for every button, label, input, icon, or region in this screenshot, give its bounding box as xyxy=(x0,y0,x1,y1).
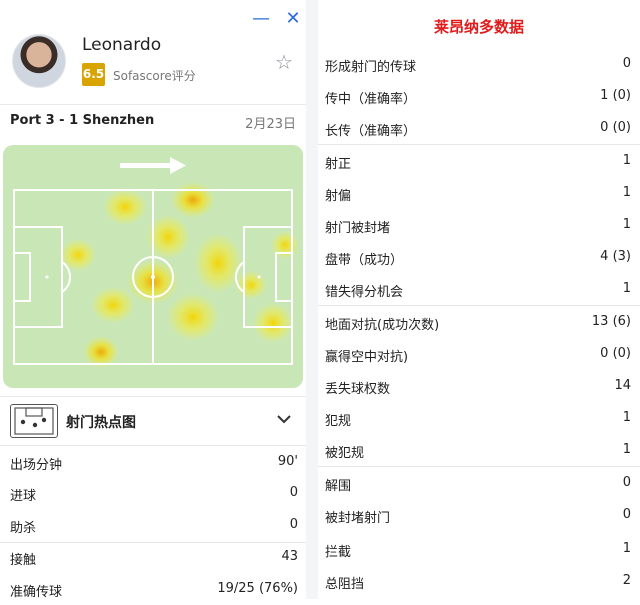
attack-direction-arrowhead xyxy=(170,157,186,174)
stat-value: 1 xyxy=(622,217,631,232)
player-name: Leonardo xyxy=(82,35,162,55)
chevron-down-icon[interactable] xyxy=(276,410,292,429)
stat-row: 盘带（成功） 4 (3) xyxy=(318,241,640,273)
stat-value: 1 xyxy=(622,185,631,200)
stat-value: 1 (0) xyxy=(600,88,631,103)
stat-label: 盘带（成功） xyxy=(325,253,404,268)
stat-row: 总阻挡 2 xyxy=(318,565,640,597)
rating-badge: 6.5 xyxy=(82,63,105,86)
stat-value: 14 xyxy=(614,378,631,393)
stat-value: 1 xyxy=(622,153,631,168)
stat-row: 射偏 1 xyxy=(318,177,640,209)
stat-label: 被犯规 xyxy=(325,446,365,461)
stat-value: 0 xyxy=(622,507,631,522)
stat-value: 4 (3) xyxy=(600,249,631,264)
stat-row: 接触 43 xyxy=(0,541,306,573)
stat-value: 1 xyxy=(622,410,631,425)
match-date: 2月23日 xyxy=(245,117,296,132)
stat-value: 2 xyxy=(622,573,631,588)
shot-map-title: 射门热点图 xyxy=(66,415,136,431)
stat-value: 13 (6) xyxy=(591,314,631,329)
stat-row: 助杀 0 xyxy=(0,509,306,541)
shot-map-icon xyxy=(10,404,58,438)
stat-label: 地面对抗(成功次数) xyxy=(325,318,440,333)
stat-value: 1 xyxy=(622,541,631,556)
stat-label: 错失得分机会 xyxy=(325,285,404,300)
divider xyxy=(0,104,306,105)
stat-row: 拦截 1 xyxy=(318,533,640,565)
stat-label: 犯规 xyxy=(325,414,352,429)
match-score[interactable]: Port 3 - 1 Shenzhen xyxy=(10,113,154,128)
panel-title: 莱昂纳多数据 xyxy=(433,18,524,36)
stat-value: 1 xyxy=(622,442,631,457)
stat-row: 错失得分机会 1 xyxy=(318,273,640,305)
stat-row: 射门被封堵 1 xyxy=(318,209,640,241)
heatmap-pitch xyxy=(3,145,303,388)
stat-row: 进球 0 xyxy=(0,477,306,509)
stat-row: 传中（准确率） 1 (0) xyxy=(318,80,640,112)
stat-label: 准确传球 xyxy=(10,585,63,600)
stat-value: 0 xyxy=(622,475,631,490)
stat-value: 0 (0) xyxy=(600,346,631,361)
stat-value: 0 xyxy=(289,517,298,532)
stat-label: 射正 xyxy=(325,157,352,172)
stat-row: 准确传球 19/25 (76%) xyxy=(0,573,306,605)
stat-row: 犯规 1 xyxy=(318,402,640,434)
stat-label: 解围 xyxy=(325,479,352,494)
stat-value: 0 (0) xyxy=(600,120,631,135)
stat-label: 被封堵射门 xyxy=(325,511,391,526)
stat-value: 43 xyxy=(281,549,298,564)
stat-label: 形成射门的传球 xyxy=(325,60,417,75)
stat-value: 90' xyxy=(277,454,298,469)
stat-row: 地面对抗(成功次数) 13 (6) xyxy=(318,306,640,338)
stat-label: 赢得空中对抗) xyxy=(325,350,409,365)
heat-blobs xyxy=(60,182,299,368)
stat-row: 被封堵射门 0 xyxy=(318,499,640,531)
stat-row: 被犯规 1 xyxy=(318,434,640,466)
stat-label: 传中（准确率） xyxy=(325,92,417,107)
stat-label: 接触 xyxy=(10,553,37,568)
stat-label: 长传（准确率） xyxy=(325,124,417,139)
stat-label: 进球 xyxy=(10,489,37,504)
stat-label: 助杀 xyxy=(10,521,37,536)
stat-value: 0 xyxy=(289,485,298,500)
close-icon[interactable]: ✕ xyxy=(284,10,302,28)
stat-label: 出场分钟 xyxy=(10,458,63,473)
heatmap-svg xyxy=(13,157,299,368)
favorite-star-icon[interactable]: ☆ xyxy=(275,50,293,74)
stat-row: 赢得空中对抗) 0 (0) xyxy=(318,338,640,370)
stat-label: 射门被封堵 xyxy=(325,221,391,236)
minimize-icon[interactable]: — xyxy=(252,10,270,28)
player-panel: — ✕ Leonardo 6.5 Sofascore评分 ☆ Port 3 - … xyxy=(0,0,306,600)
stat-row: 解围 0 xyxy=(318,467,640,499)
stat-row: 长传（准确率） 0 (0) xyxy=(318,112,640,144)
stat-label: 射偏 xyxy=(325,189,352,204)
stat-label: 丢失球权数 xyxy=(325,382,391,397)
rating-source: Sofascore评分 xyxy=(113,69,196,83)
stat-value: 0 xyxy=(622,56,631,71)
stat-row: 射正 1 xyxy=(318,145,640,177)
divider xyxy=(0,396,306,397)
attack-direction-arrow xyxy=(120,163,172,168)
stats-panel: 莱昂纳多数据 形成射门的传球 0 传中（准确率） 1 (0) 长传（准确率） 0… xyxy=(318,0,640,599)
stat-value: 19/25 (76%) xyxy=(217,581,298,596)
stat-row: 出场分钟 90' xyxy=(0,446,306,478)
panel-gap xyxy=(306,0,318,599)
player-avatar xyxy=(12,34,66,88)
stat-row: 形成射门的传球 0 xyxy=(318,48,640,80)
stat-label: 拦截 xyxy=(325,545,352,560)
stat-label: 总阻挡 xyxy=(325,577,365,592)
stat-row: 丢失球权数 14 xyxy=(318,370,640,402)
stat-value: 1 xyxy=(622,281,631,296)
